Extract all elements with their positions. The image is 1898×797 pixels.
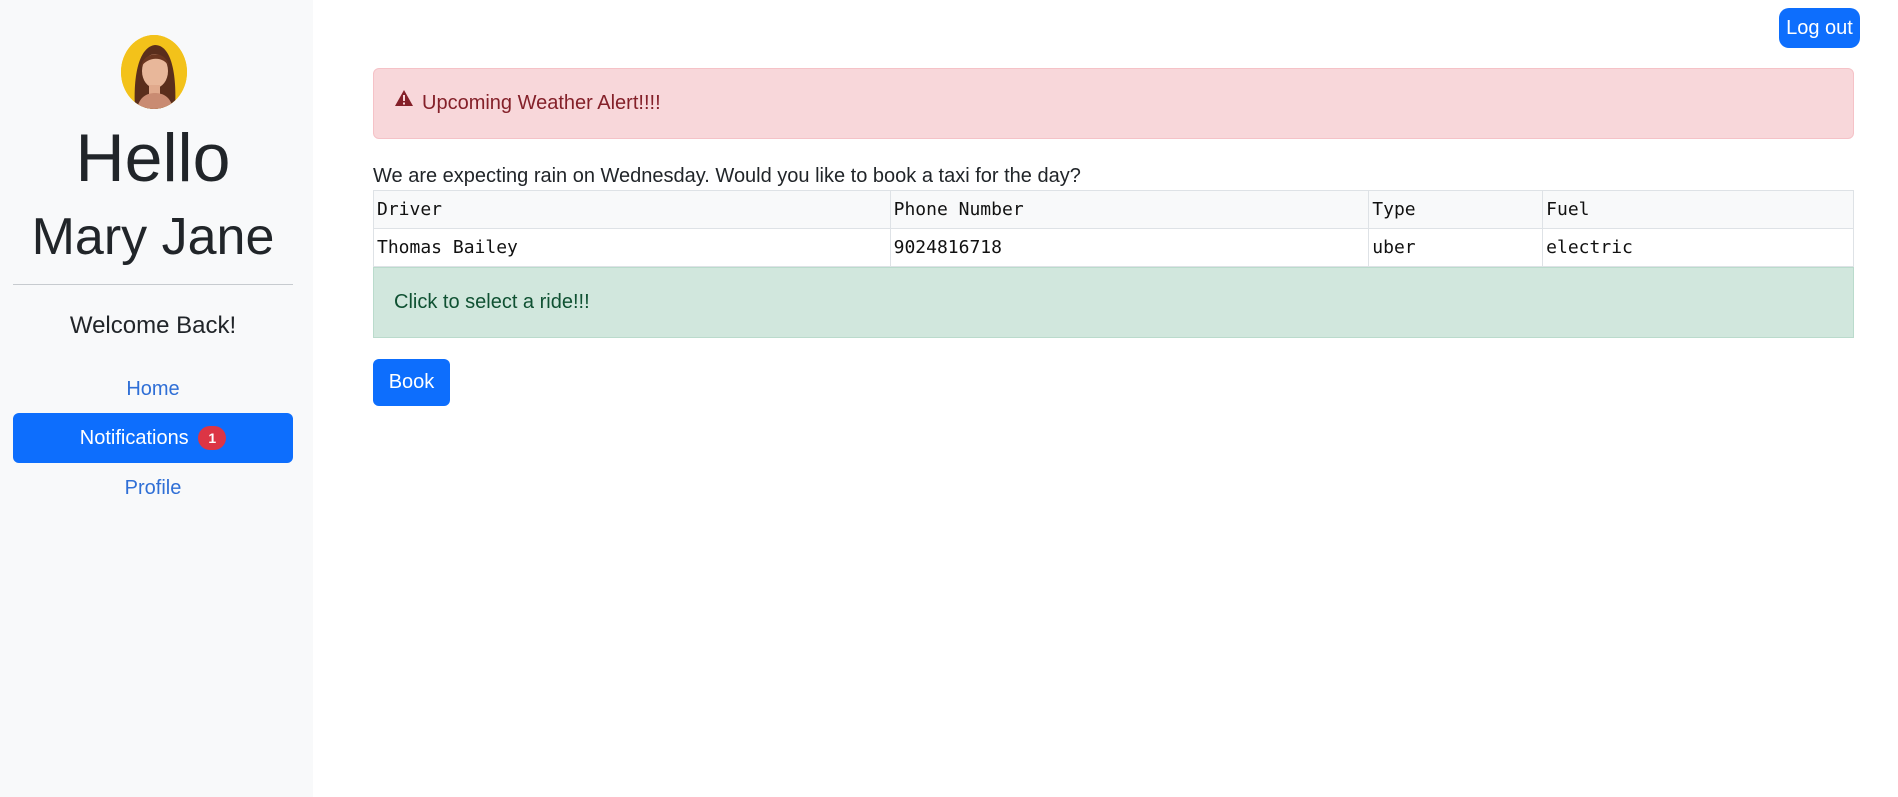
rain-message: We are expecting rain on Wednesday. Woul… [373, 165, 1081, 187]
select-ride-hint: Click to select a ride!!! [373, 267, 1854, 338]
sidebar-item-notifications[interactable]: Notifications 1 [13, 413, 293, 463]
cell-type: uber [1368, 228, 1544, 267]
column-header-driver: Driver [373, 190, 891, 229]
greeting-heading: Hello [75, 120, 231, 196]
welcome-text: Welcome Back! [69, 312, 237, 339]
notification-count-badge: 1 [198, 425, 227, 450]
sidebar: Hello Mary Jane Welcome Back! Home Notif… [0, 0, 313, 797]
user-name-heading: Mary Jane [31, 208, 275, 266]
cell-driver: Thomas Bailey [373, 228, 891, 267]
sidebar-divider [13, 284, 293, 285]
alert-text: Upcoming Weather Alert!!!! [422, 92, 661, 114]
sidebar-item-label: Profile [124, 477, 182, 499]
warning-triangle-icon [394, 67, 414, 136]
rides-table: Driver Phone Number Type Fuel Thomas Bai… [373, 190, 1854, 267]
sidebar-item-label: Home [126, 378, 180, 400]
logout-button[interactable]: Log out [1779, 8, 1860, 48]
table-header-row: Driver Phone Number Type Fuel [373, 190, 1854, 229]
column-header-type: Type [1368, 190, 1544, 229]
table-row[interactable]: Thomas Bailey 9024816718 uber electric [373, 228, 1854, 267]
weather-alert: Upcoming Weather Alert!!!! [373, 68, 1854, 139]
book-button[interactable]: Book [373, 359, 450, 406]
cell-phone: 9024816718 [889, 228, 1370, 267]
avatar [121, 35, 187, 109]
column-header-phone: Phone Number [889, 190, 1370, 229]
sidebar-item-profile[interactable]: Profile [13, 464, 293, 512]
column-header-fuel: Fuel [1542, 190, 1854, 229]
sidebar-item-label: Notifications [79, 427, 189, 449]
cell-fuel: electric [1542, 228, 1854, 267]
sidebar-item-home[interactable]: Home [13, 365, 293, 413]
